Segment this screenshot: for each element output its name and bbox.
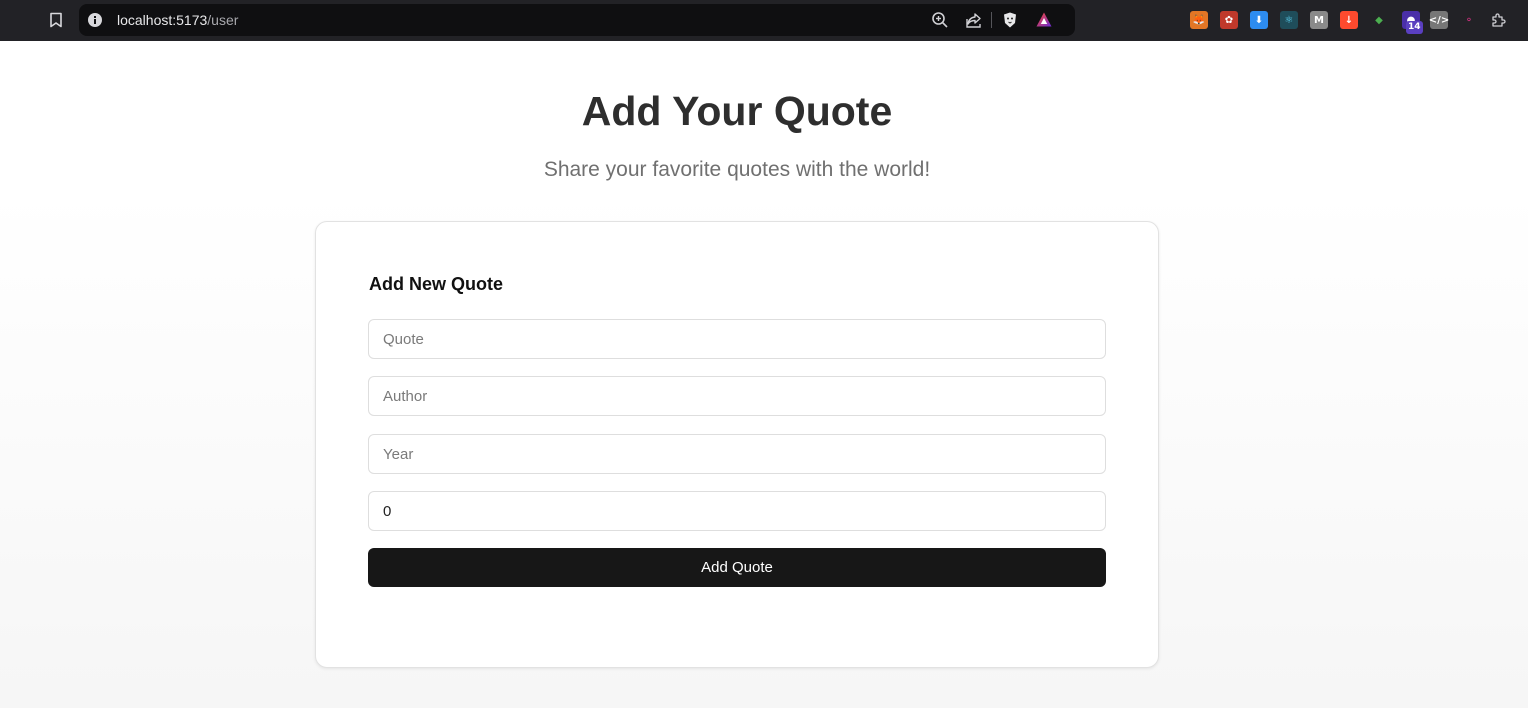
year-input[interactable] bbox=[368, 434, 1106, 474]
url-text[interactable]: localhost:5173/user bbox=[117, 12, 238, 28]
toolbar-divider bbox=[991, 12, 992, 28]
info-icon[interactable] bbox=[87, 12, 103, 28]
code-icon[interactable]: </> bbox=[1429, 11, 1449, 29]
metamask-icon[interactable]: 🦊 bbox=[1190, 11, 1208, 29]
share-icon[interactable] bbox=[964, 10, 984, 30]
zoom-in-icon[interactable] bbox=[930, 10, 950, 30]
eyedropper-icon[interactable]: ◆ bbox=[1370, 11, 1388, 29]
extension-badge: 14 bbox=[1406, 21, 1423, 34]
url-path: /user bbox=[207, 12, 239, 28]
react-devtools-icon[interactable]: ⚛ bbox=[1280, 11, 1298, 29]
download-manager-icon[interactable]: ⬇ bbox=[1250, 11, 1268, 29]
url-host: localhost:5173 bbox=[117, 12, 208, 28]
browser-toolbar: localhost:5173/user 🦊 ✿ ⬇ ⚛ M ↓ ◆ ● 14 <… bbox=[0, 0, 1528, 41]
page-subtitle: Share your favorite quotes with the worl… bbox=[543, 158, 931, 181]
quote-input[interactable] bbox=[368, 319, 1106, 359]
puzzle-icon[interactable] bbox=[1490, 11, 1508, 29]
m-extension-icon[interactable]: M bbox=[1310, 11, 1328, 29]
bookmark-icon[interactable] bbox=[44, 8, 68, 32]
download-icon[interactable]: ↓ bbox=[1340, 11, 1358, 29]
brave-rewards-icon[interactable] bbox=[1034, 10, 1054, 30]
number-input[interactable] bbox=[368, 491, 1106, 531]
author-input[interactable] bbox=[368, 376, 1106, 416]
add-quote-card: Add New Quote Add Quote bbox=[315, 221, 1159, 668]
redux-devtools-icon[interactable]: ⚬ bbox=[1460, 11, 1478, 29]
form-heading: Add New Quote bbox=[369, 274, 503, 294]
extension-icon[interactable]: ✿ bbox=[1220, 11, 1238, 29]
address-bar[interactable]: localhost:5173/user bbox=[79, 4, 1075, 36]
page-title: Add Your Quote bbox=[581, 88, 893, 134]
brave-shields-icon[interactable] bbox=[1000, 10, 1020, 30]
page: Add Your Quote Share your favorite quote… bbox=[0, 41, 1528, 708]
add-quote-button[interactable]: Add Quote bbox=[368, 548, 1106, 587]
